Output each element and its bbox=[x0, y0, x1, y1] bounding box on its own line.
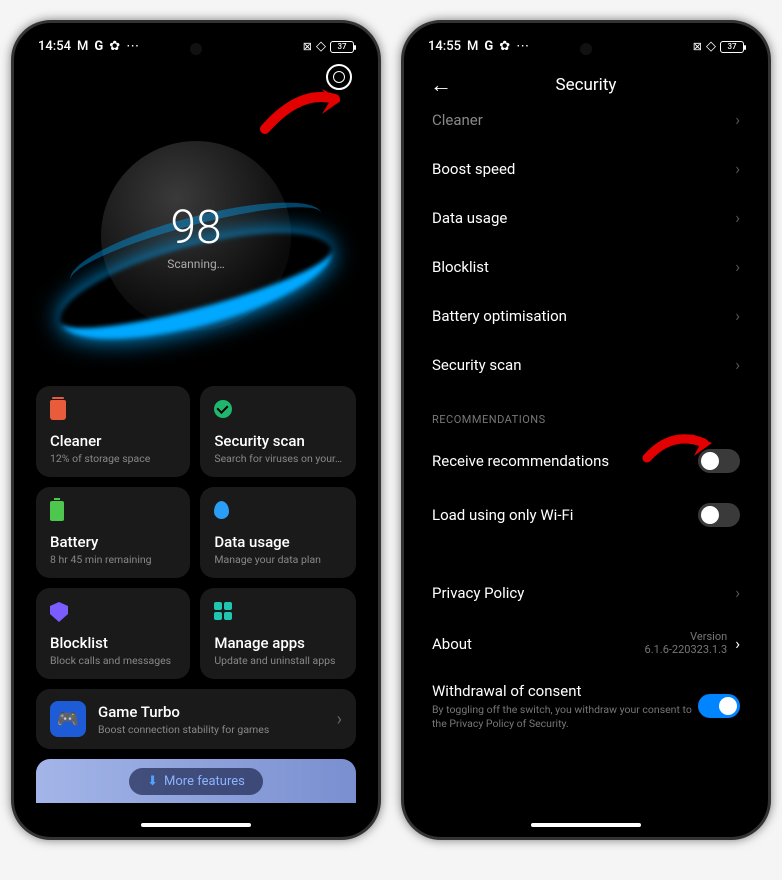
page-title: Security bbox=[456, 75, 716, 95]
tile-manage-apps[interactable]: Manage apps Update and uninstall apps bbox=[200, 588, 356, 679]
gesture-bar[interactable] bbox=[531, 823, 641, 827]
tile-cleaner[interactable]: Cleaner 12% of storage space bbox=[36, 386, 190, 477]
row-about[interactable]: About Version 6.1.6-220323.1.3 › bbox=[414, 617, 758, 669]
tile-subtitle: Manage your data plan bbox=[214, 553, 342, 566]
row-blocklist[interactable]: Blocklist › bbox=[414, 242, 758, 291]
row-label: Privacy Policy bbox=[432, 584, 735, 602]
tile-title: Blocklist bbox=[50, 634, 176, 652]
shield-icon bbox=[50, 602, 68, 622]
scanning-label: Scanning… bbox=[167, 257, 225, 271]
row-label: Boost speed bbox=[432, 160, 735, 178]
chevron-right-icon: › bbox=[735, 355, 740, 374]
battery-icon: 37 bbox=[330, 41, 354, 53]
gmail-icon: M bbox=[467, 39, 478, 54]
status-time: 14:55 bbox=[428, 39, 461, 54]
battery-icon: 37 bbox=[720, 41, 744, 53]
tile-subtitle: Boost connection stability for games bbox=[98, 723, 269, 736]
gamepad-icon: 🎮 bbox=[50, 701, 86, 737]
battery-tile-icon bbox=[50, 501, 64, 521]
row-receive-recommendations[interactable]: Receive recommendations bbox=[414, 434, 758, 488]
more-icon: ⋯ bbox=[516, 39, 529, 54]
google-icon: G bbox=[94, 39, 103, 54]
tile-subtitle: 12% of storage space bbox=[50, 452, 176, 465]
chevron-right-icon: › bbox=[735, 634, 740, 653]
back-button[interactable]: ← bbox=[426, 68, 456, 102]
row-label: Blocklist bbox=[432, 258, 735, 276]
wifi-icon: ◇ bbox=[316, 39, 326, 54]
tile-subtitle: Search for viruses on your… bbox=[214, 452, 342, 465]
apps-grid-icon bbox=[214, 602, 232, 620]
row-label: Receive recommendations bbox=[432, 452, 698, 470]
tile-title: Battery bbox=[50, 533, 176, 551]
status-time: 14:54 bbox=[38, 39, 71, 54]
chevron-right-icon: › bbox=[735, 208, 740, 227]
check-icon bbox=[214, 400, 232, 418]
gesture-bar[interactable] bbox=[141, 823, 251, 827]
phone-left: 14:54 M G ✿ ⋯ ⊠ ◇ 37 98 Scanning… bbox=[11, 20, 381, 840]
row-withdrawal-consent[interactable]: Withdrawal of consent By toggling off th… bbox=[414, 669, 758, 743]
toggle-receive-recommendations[interactable] bbox=[698, 449, 740, 473]
phone-right: 14:55 M G ✿ ⋯ ⊠ ◇ 37 ← Security Cleaner … bbox=[401, 20, 771, 840]
row-battery-optimisation[interactable]: Battery optimisation › bbox=[414, 291, 758, 340]
tile-game-turbo[interactable]: 🎮 Game Turbo Boost connection stability … bbox=[36, 689, 356, 749]
droplet-icon bbox=[214, 501, 229, 519]
chevron-right-icon: › bbox=[735, 257, 740, 276]
tile-title: Game Turbo bbox=[98, 703, 269, 721]
row-label: Withdrawal of consent bbox=[432, 682, 698, 700]
chevron-right-icon: › bbox=[735, 583, 740, 602]
row-label: Data usage bbox=[432, 209, 735, 227]
version-value: 6.1.6-220323.1.3 bbox=[645, 643, 728, 656]
section-recommendations: RECOMMENDATIONS bbox=[414, 389, 758, 434]
chevron-right-icon: › bbox=[735, 110, 740, 129]
row-label: About bbox=[432, 635, 472, 653]
row-label: Cleaner bbox=[432, 111, 735, 129]
row-subtitle: By toggling off the switch, you withdraw… bbox=[432, 703, 698, 730]
tile-title: Cleaner bbox=[50, 432, 176, 450]
more-features-button[interactable]: ⬇ More features bbox=[36, 759, 356, 803]
tile-subtitle: Update and uninstall apps bbox=[214, 654, 342, 667]
row-cleaner-partial[interactable]: Cleaner › bbox=[414, 108, 758, 144]
wifi-icon: ◇ bbox=[706, 39, 716, 54]
more-features-label: More features bbox=[164, 774, 245, 789]
row-security-scan[interactable]: Security scan › bbox=[414, 340, 758, 389]
chevron-right-icon: › bbox=[735, 159, 740, 178]
toggle-withdrawal-consent[interactable] bbox=[698, 694, 740, 718]
more-icon: ⋯ bbox=[126, 39, 139, 54]
chevron-right-icon: › bbox=[735, 306, 740, 325]
tile-subtitle: 8 hr 45 min remaining bbox=[50, 553, 176, 566]
tile-security-scan[interactable]: Security scan Search for viruses on your… bbox=[200, 386, 356, 477]
tile-data-usage[interactable]: Data usage Manage your data plan bbox=[200, 487, 356, 578]
row-label: Battery optimisation bbox=[432, 307, 735, 325]
tile-title: Manage apps bbox=[214, 634, 342, 652]
row-load-wifi-only[interactable]: Load using only Wi-Fi bbox=[414, 488, 758, 542]
tile-title: Data usage bbox=[214, 533, 342, 551]
download-icon: ⬇ bbox=[147, 774, 158, 789]
row-privacy-policy[interactable]: Privacy Policy › bbox=[414, 568, 758, 617]
no-sim-icon: ⊠ bbox=[693, 40, 702, 53]
settings-gear-icon[interactable] bbox=[321, 59, 358, 96]
row-label: Load using only Wi-Fi bbox=[432, 506, 698, 524]
row-boost-speed[interactable]: Boost speed › bbox=[414, 144, 758, 193]
tile-blocklist[interactable]: Blocklist Block calls and messages bbox=[36, 588, 190, 679]
row-label: Security scan bbox=[432, 356, 735, 374]
tile-title: Security scan bbox=[214, 432, 342, 450]
gmail-icon: M bbox=[77, 39, 88, 54]
toggle-load-wifi-only[interactable] bbox=[698, 503, 740, 527]
version-label: Version bbox=[645, 630, 728, 643]
security-score: 98 bbox=[170, 201, 221, 255]
row-data-usage[interactable]: Data usage › bbox=[414, 193, 758, 242]
tile-subtitle: Block calls and messages bbox=[50, 654, 176, 667]
chevron-right-icon: › bbox=[337, 709, 342, 730]
trash-icon bbox=[50, 400, 66, 420]
no-sim-icon: ⊠ bbox=[303, 40, 312, 53]
google-icon: G bbox=[484, 39, 493, 54]
security-score-visual: 98 Scanning… bbox=[20, 96, 372, 376]
settings-small-icon: ✿ bbox=[109, 39, 120, 54]
settings-small-icon: ✿ bbox=[499, 39, 510, 54]
tile-battery[interactable]: Battery 8 hr 45 min remaining bbox=[36, 487, 190, 578]
